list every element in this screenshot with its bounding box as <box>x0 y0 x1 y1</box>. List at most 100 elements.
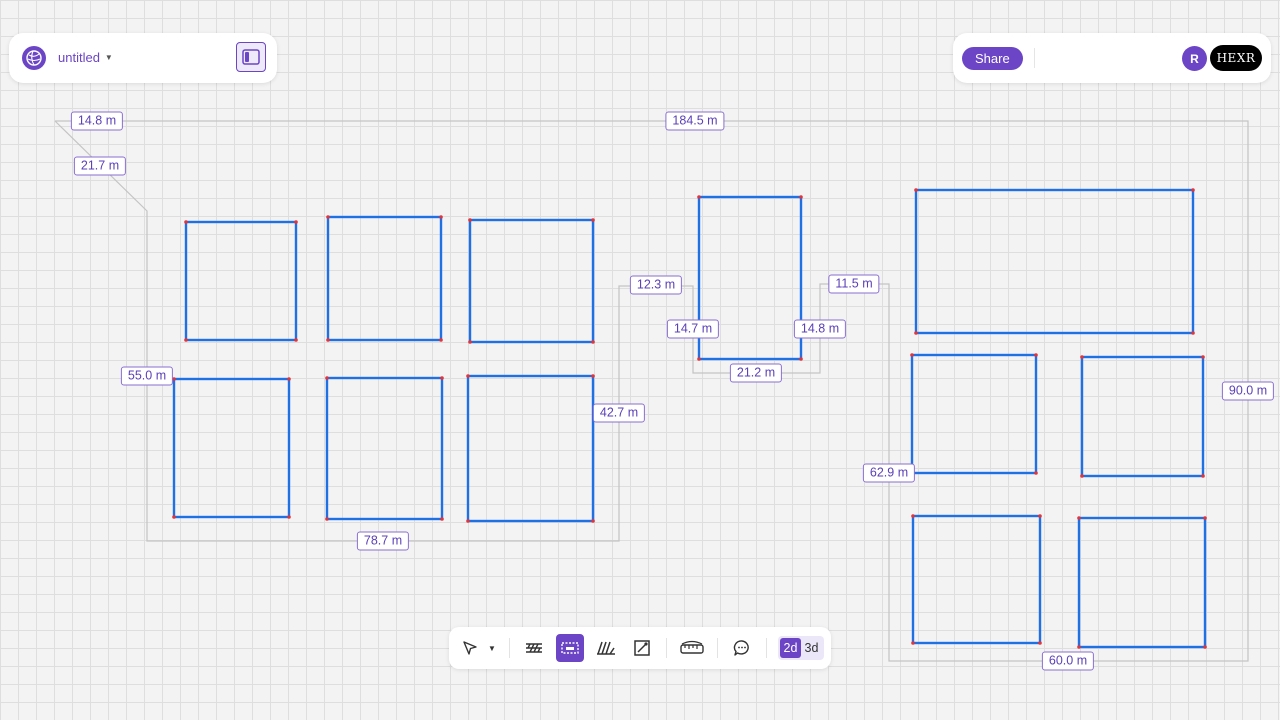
comment-tool[interactable] <box>728 634 756 662</box>
room-vertex[interactable] <box>1034 353 1038 357</box>
room-vertex[interactable] <box>1203 645 1207 649</box>
room-vertex[interactable] <box>287 515 291 519</box>
room-vertex[interactable] <box>591 218 595 222</box>
chevron-down-icon: ▼ <box>488 643 496 653</box>
dimension-label[interactable]: 12.3 m <box>629 275 683 295</box>
dimension-label[interactable]: 62.9 m <box>862 463 916 483</box>
room-vertex[interactable] <box>591 519 595 523</box>
room-outline[interactable] <box>325 376 444 521</box>
dimension-label[interactable]: 78.7 m <box>356 531 410 551</box>
floor-plan-canvas[interactable] <box>0 0 1280 720</box>
room-vertex[interactable] <box>1191 331 1195 335</box>
room-vertex[interactable] <box>440 376 444 380</box>
room-vertex[interactable] <box>326 215 330 219</box>
room-vertex[interactable] <box>591 340 595 344</box>
room-vertex[interactable] <box>287 377 291 381</box>
brand-logo[interactable]: HEXR <box>1210 45 1262 71</box>
toolbar-divider <box>509 638 510 658</box>
room-vertex[interactable] <box>440 517 444 521</box>
room-vertex[interactable] <box>184 220 188 224</box>
dimension-label[interactable]: 21.2 m <box>729 363 783 383</box>
room-vertex[interactable] <box>914 188 918 192</box>
room-tool[interactable] <box>556 634 584 662</box>
dimension-label[interactable]: 14.7 m <box>666 319 720 339</box>
room-vertex[interactable] <box>1201 355 1205 359</box>
sidebar-icon <box>242 49 260 65</box>
room-vertex[interactable] <box>914 331 918 335</box>
dimension-label[interactable]: 14.8 m <box>793 319 847 339</box>
dimension-label[interactable]: 90.0 m <box>1221 381 1275 401</box>
room-vertex[interactable] <box>911 641 915 645</box>
room-outline[interactable] <box>1080 355 1205 478</box>
room-vertex[interactable] <box>439 338 443 342</box>
doc-title-dropdown[interactable]: untitled ▼ <box>58 50 113 65</box>
toolbar-divider <box>766 638 767 658</box>
room-vertex[interactable] <box>1038 514 1042 518</box>
room-vertex[interactable] <box>294 220 298 224</box>
sidebar-toggle-button[interactable] <box>236 42 266 72</box>
room-vertex[interactable] <box>1203 516 1207 520</box>
room-vertex[interactable] <box>1080 355 1084 359</box>
project-panel: untitled ▼ <box>9 33 277 83</box>
room-outline[interactable] <box>914 188 1195 335</box>
room-vertex[interactable] <box>466 374 470 378</box>
room-vertex[interactable] <box>325 517 329 521</box>
dimension-label[interactable]: 60.0 m <box>1041 651 1095 671</box>
dimension-label[interactable]: 55.0 m <box>120 366 174 386</box>
room-vertex[interactable] <box>439 215 443 219</box>
room-vertex[interactable] <box>591 374 595 378</box>
chevron-down-icon: ▼ <box>104 53 113 62</box>
dimension-label[interactable]: 184.5 m <box>665 111 725 131</box>
room-vertex[interactable] <box>910 353 914 357</box>
room-vertex[interactable] <box>325 376 329 380</box>
room-outline[interactable] <box>1077 516 1207 649</box>
room-vertex[interactable] <box>1077 516 1081 520</box>
room-vertex[interactable] <box>1034 471 1038 475</box>
room-vertex[interactable] <box>697 195 701 199</box>
room-vertex[interactable] <box>326 338 330 342</box>
room-vertex[interactable] <box>468 340 472 344</box>
room-outline[interactable] <box>326 215 443 342</box>
divider <box>1034 48 1035 68</box>
view-mode-toggle[interactable]: 2d 3d <box>778 636 824 660</box>
area-tool[interactable] <box>628 634 656 662</box>
room-outline[interactable] <box>466 374 595 523</box>
stairs-tool[interactable] <box>592 634 620 662</box>
room-outline[interactable] <box>172 377 291 519</box>
room-vertex[interactable] <box>1077 645 1081 649</box>
room-vertex[interactable] <box>466 519 470 523</box>
room-icon <box>561 642 579 654</box>
room-vertex[interactable] <box>184 338 188 342</box>
room-outline[interactable] <box>468 218 595 344</box>
room-outline[interactable] <box>911 514 1042 645</box>
wall-tool[interactable] <box>520 634 548 662</box>
view-2d-option[interactable]: 2d <box>780 638 801 658</box>
view-3d-option[interactable]: 3d <box>801 638 822 658</box>
room-vertex[interactable] <box>294 338 298 342</box>
dimension-label[interactable]: 11.5 m <box>828 274 880 294</box>
toolbar-divider <box>717 638 718 658</box>
room-vertex[interactable] <box>1201 474 1205 478</box>
room-vertex[interactable] <box>468 218 472 222</box>
room-vertex[interactable] <box>1191 188 1195 192</box>
room-vertex[interactable] <box>911 514 915 518</box>
room-vertex[interactable] <box>1080 474 1084 478</box>
rooms-layer <box>172 188 1207 649</box>
room-vertex[interactable] <box>697 357 701 361</box>
select-tool[interactable] <box>456 634 484 662</box>
dimension-label[interactable]: 14.8 m <box>70 111 124 131</box>
share-button[interactable]: Share <box>962 47 1023 70</box>
room-vertex[interactable] <box>1038 641 1042 645</box>
dimension-label[interactable]: 42.7 m <box>592 403 646 423</box>
globe-logo-icon[interactable] <box>22 46 46 70</box>
room-vertex[interactable] <box>799 357 803 361</box>
pointer-icon <box>463 641 477 655</box>
measure-tool[interactable] <box>677 634 707 662</box>
room-outline[interactable] <box>184 220 298 342</box>
room-vertex[interactable] <box>172 515 176 519</box>
avatar[interactable]: R <box>1182 46 1207 71</box>
room-vertex[interactable] <box>799 195 803 199</box>
room-outline[interactable] <box>910 353 1038 475</box>
select-dropdown[interactable]: ▼ <box>481 634 503 662</box>
dimension-label[interactable]: 21.7 m <box>73 156 127 176</box>
